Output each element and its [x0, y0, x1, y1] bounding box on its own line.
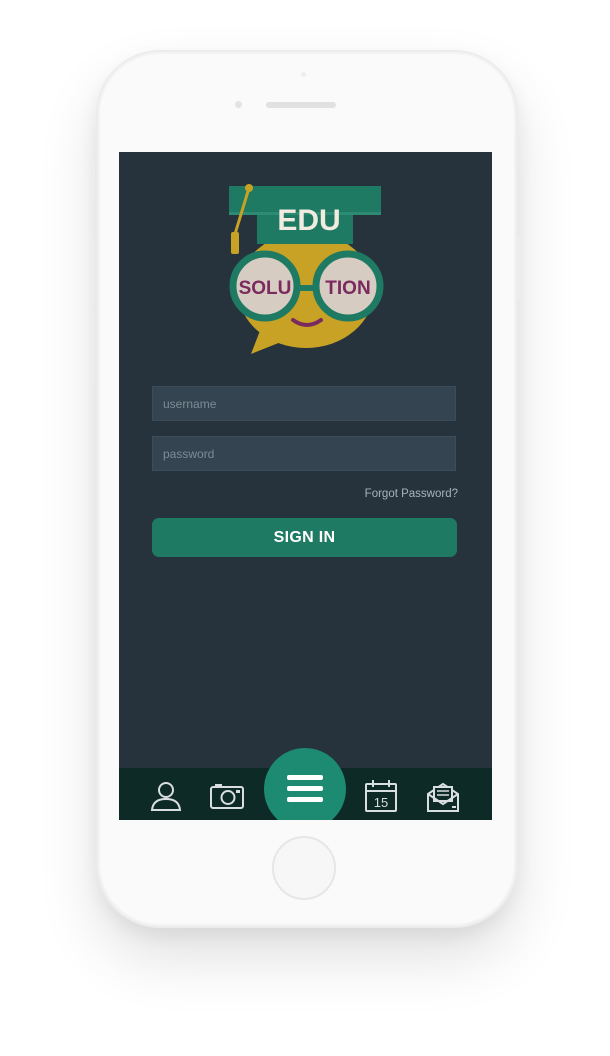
logo-cap-text: EDU: [277, 204, 340, 237]
forgot-password-link[interactable]: Forgot Password?: [365, 488, 458, 500]
power-button: [516, 236, 520, 300]
calendar-day-text: 15: [374, 795, 388, 810]
sign-in-button[interactable]: SIGN IN: [152, 518, 457, 557]
mail-icon[interactable]: [425, 778, 461, 814]
front-camera: [301, 72, 306, 77]
logo-left-lens-text: SOLU: [239, 278, 292, 299]
camera-icon[interactable]: [209, 778, 245, 814]
user-icon[interactable]: [148, 778, 184, 814]
menu-icon-bar: [287, 797, 323, 802]
proximity-sensor: [235, 101, 242, 108]
logo-tassel-end: [231, 232, 239, 254]
calendar-icon[interactable]: 15: [363, 778, 399, 814]
volume-down-button: [91, 316, 95, 380]
side-button: [91, 160, 95, 196]
earpiece-speaker: [266, 102, 336, 108]
volume-up-button: [91, 238, 95, 302]
logo-tassel-knot: [245, 184, 253, 192]
home-button[interactable]: [272, 836, 336, 900]
edu-solution-logo: EDU SOLU TION: [229, 184, 384, 354]
logo-right-lens-text: TION: [325, 278, 370, 299]
username-input[interactable]: [152, 386, 456, 421]
password-input[interactable]: [152, 436, 456, 471]
menu-fab-button[interactable]: [264, 748, 346, 820]
menu-icon: [287, 775, 323, 780]
menu-icon-bar: [287, 786, 323, 791]
app-screen: EDU SOLU TION Forgot Password? SIGN IN 1…: [119, 152, 492, 820]
